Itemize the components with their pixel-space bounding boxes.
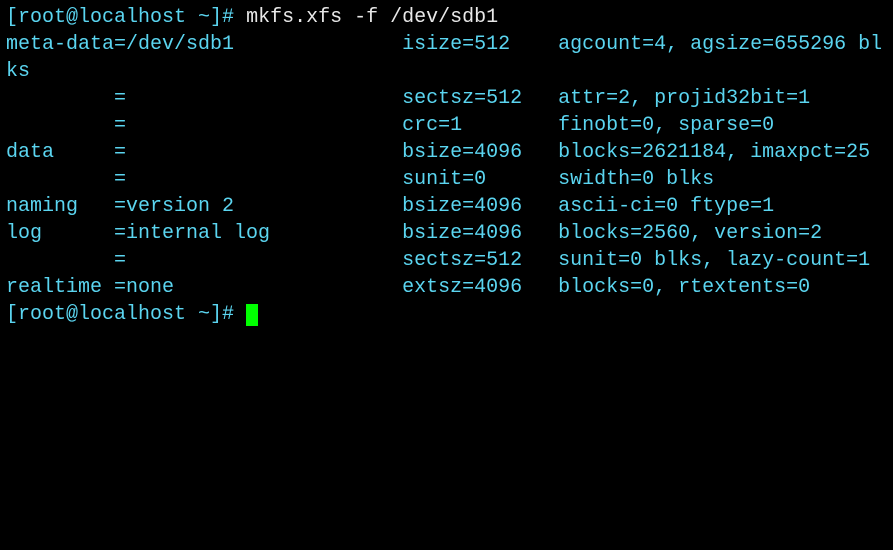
- command-text: mkfs.xfs -f /dev/sdb1: [246, 6, 498, 29]
- prompt-bracket-open-2: [: [6, 303, 18, 326]
- prompt-bracket-open: [: [6, 6, 18, 29]
- cursor: [246, 304, 258, 326]
- prompt-line-2: [root@localhost ~]#: [6, 303, 246, 326]
- prompt-user-host-2: root@localhost ~: [18, 303, 210, 326]
- prompt-bracket-close-2: ]#: [210, 303, 246, 326]
- terminal-output[interactable]: [root@localhost ~]# mkfs.xfs -f /dev/sdb…: [6, 4, 887, 328]
- prompt-user-host: root@localhost ~: [18, 6, 210, 29]
- prompt-bracket-close: ]#: [210, 6, 246, 29]
- prompt-line-1: [root@localhost ~]#: [6, 6, 246, 29]
- command-output: meta-data=/dev/sdb1 isize=512 agcount=4,…: [6, 33, 882, 299]
